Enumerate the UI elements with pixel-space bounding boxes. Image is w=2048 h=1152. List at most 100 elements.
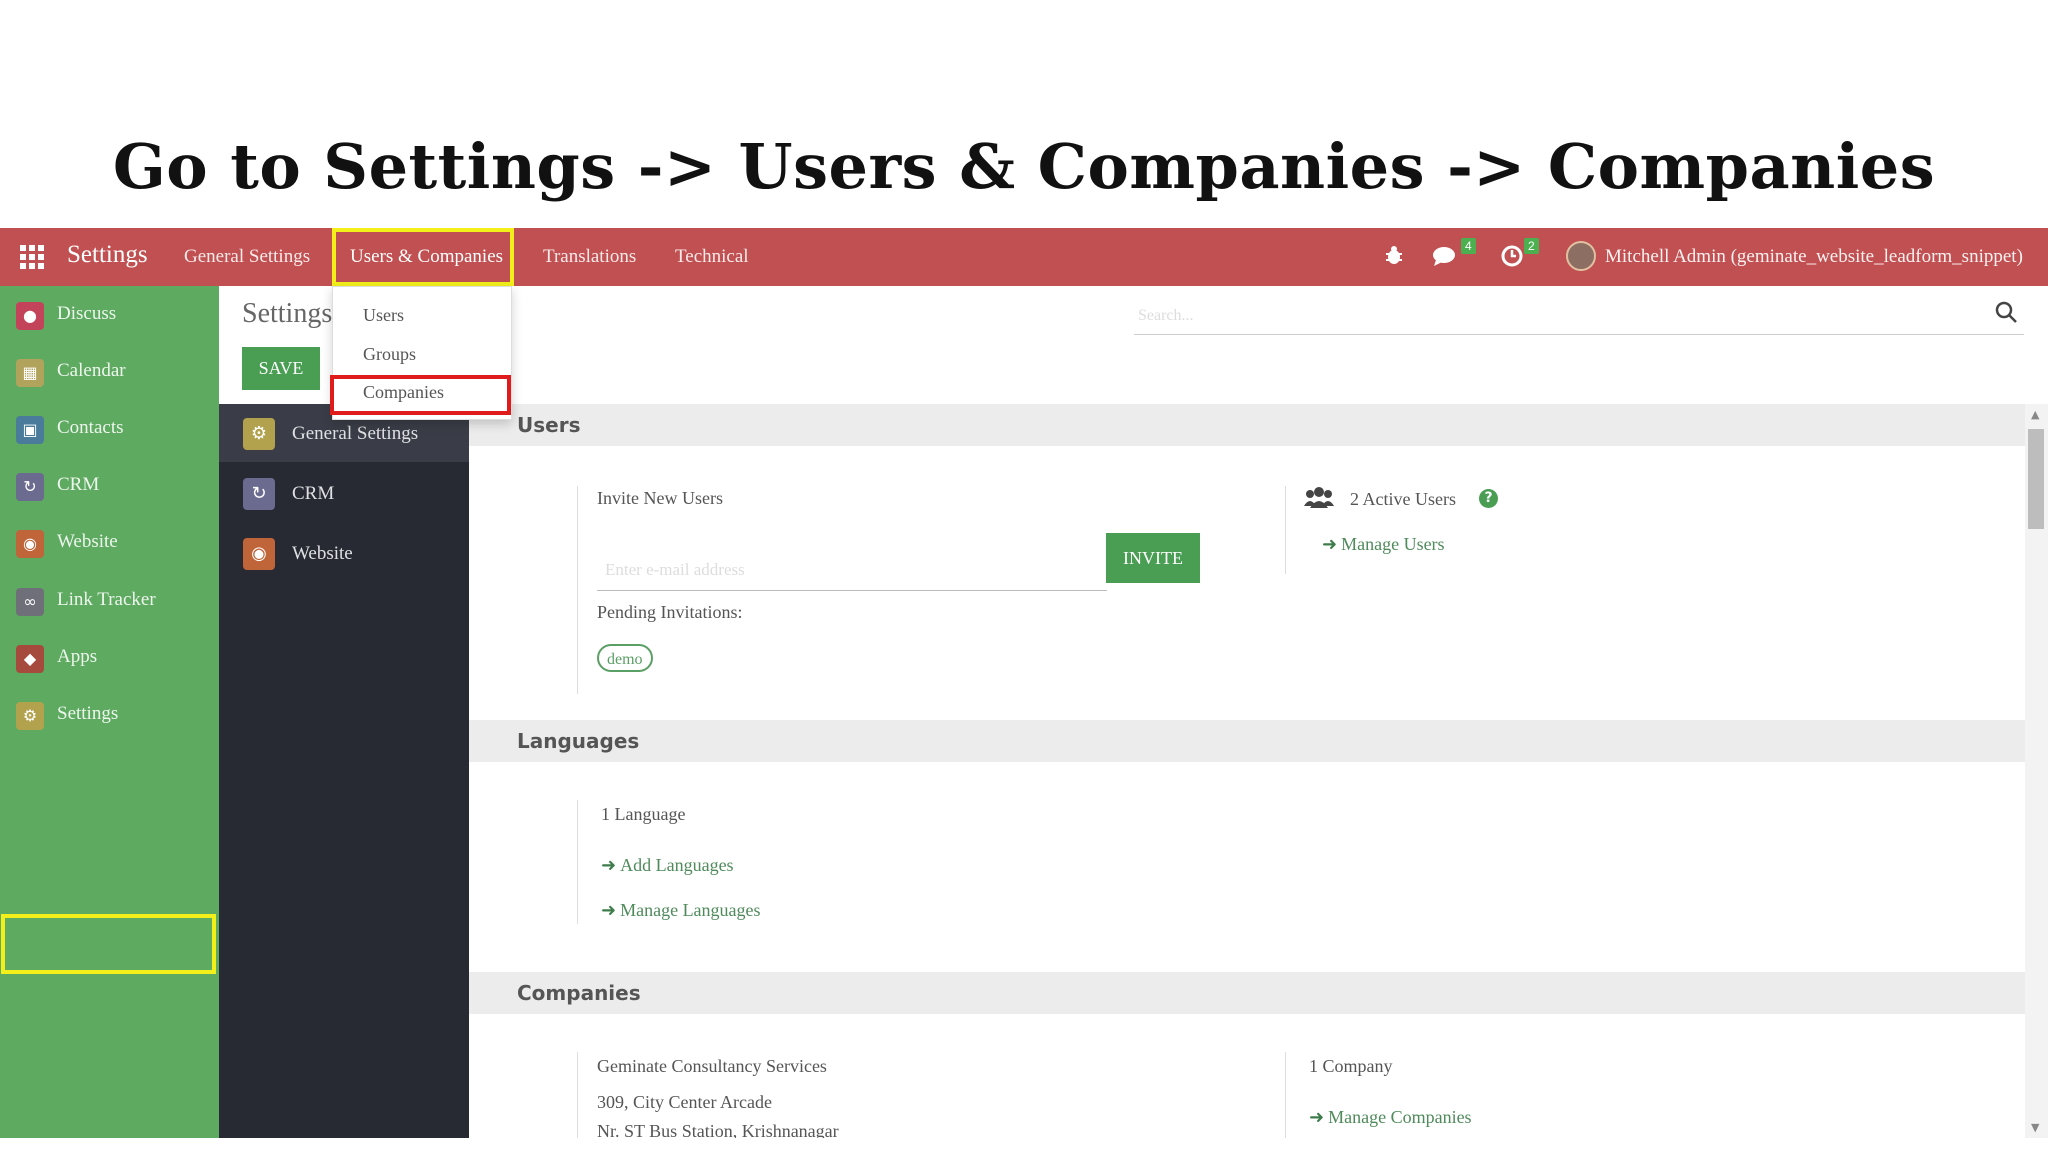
calendar-icon: ▦ (16, 359, 44, 387)
chat-icon[interactable] (1432, 244, 1460, 274)
link-tracker-icon: ∞ (16, 588, 44, 616)
sidebar-item-label: CRM (57, 474, 100, 495)
tutorial-heading: Go to Settings -> Users & Companies -> C… (112, 130, 1936, 203)
settings-sidebar: ⚙ General Settings ↻ CRM ◉ Website (219, 404, 469, 1138)
sidebar-item-label: Website (57, 531, 118, 552)
settings-nav-label: Website (292, 543, 353, 564)
sidebar-item-crm[interactable]: ↻ CRM (0, 457, 219, 514)
sidebar-item-settings[interactable]: ⚙ Settings (0, 686, 219, 743)
link-label: Manage Languages (620, 900, 761, 920)
highlight-users-companies (332, 228, 514, 286)
scroll-down-icon[interactable]: ▼ (2031, 1121, 2039, 1134)
crm-icon: ↻ (243, 478, 275, 510)
chat-badge: 4 (1461, 238, 1476, 254)
section-title: Languages (517, 729, 640, 753)
crm-icon: ↻ (16, 473, 44, 501)
sidebar-item-label: Calendar (57, 360, 126, 381)
manage-companies-link[interactable]: ➜ Manage Companies (1309, 1107, 1472, 1128)
email-placeholder: Enter e-mail address (605, 560, 745, 579)
company-count: 1 Company (1309, 1056, 1393, 1076)
top-navbar: Settings General Settings Users & Compan… (0, 228, 2048, 286)
section-companies-header: Companies (469, 972, 2025, 1014)
save-button[interactable]: SAVE (242, 347, 320, 390)
search-placeholder: Search... (1138, 307, 1194, 324)
link-label: Manage Companies (1328, 1107, 1472, 1127)
sidebar-item-discuss[interactable]: ● Discuss (0, 286, 219, 343)
pending-label: Pending Invitations: (597, 602, 743, 622)
divider (1285, 1052, 1286, 1138)
app-grid-icon[interactable] (20, 245, 44, 269)
user-menu[interactable]: Mitchell Admin (geminate_website_leadfor… (1605, 246, 2023, 268)
pending-invitation-tag[interactable]: demo (597, 644, 653, 672)
dropdown-item-users[interactable]: Users (363, 305, 404, 326)
highlight-companies (330, 375, 511, 415)
add-languages-link[interactable]: ➜ Add Languages (601, 855, 734, 876)
manage-users-link[interactable]: ➜ Manage Users (1322, 534, 1445, 555)
company-address-line1: 309, City Center Arcade (597, 1092, 772, 1112)
arrow-right-icon: ➜ (1309, 1107, 1325, 1128)
divider (1285, 486, 1286, 574)
users-icon (1304, 487, 1334, 508)
invite-button[interactable]: INVITE (1106, 533, 1200, 583)
apps-icon: ◆ (16, 645, 44, 673)
sidebar-item-link-tracker[interactable]: ∞ Link Tracker (0, 572, 219, 629)
breadcrumb: Settings (242, 298, 333, 329)
link-label: Manage Users (1341, 534, 1445, 554)
activity-icon[interactable] (1500, 244, 1524, 274)
divider (577, 1052, 578, 1138)
dropdown-item-groups[interactable]: Groups (363, 344, 416, 365)
section-title: Users (517, 413, 581, 437)
avatar[interactable] (1566, 241, 1596, 271)
scrollbar-thumb[interactable] (2028, 429, 2044, 529)
active-users-count: 2 Active Users (1350, 489, 1456, 509)
gear-icon: ⚙ (243, 418, 275, 450)
settings-nav-crm[interactable]: ↻ CRM (219, 464, 469, 522)
highlight-settings (1, 914, 216, 974)
arrow-right-icon: ➜ (1322, 534, 1338, 555)
settings-nav-label: General Settings (292, 423, 419, 444)
arrow-right-icon: ➜ (601, 855, 617, 876)
website-icon: ◉ (16, 530, 44, 558)
sidebar-item-label: Settings (57, 703, 119, 724)
sidebar-item-calendar[interactable]: ▦ Calendar (0, 343, 219, 400)
scrollbar[interactable]: ▲ ▼ (2025, 404, 2048, 1138)
menu-translations[interactable]: Translations (543, 246, 636, 268)
apps-sidebar: ● Discuss ▦ Calendar ▣ Contacts ↻ CRM ◉ … (0, 286, 219, 1138)
section-title: Companies (517, 981, 641, 1005)
discuss-icon: ● (16, 302, 44, 330)
search-icon[interactable] (1994, 300, 2020, 326)
company-name: Geminate Consultancy Services (597, 1056, 827, 1076)
app-brand[interactable]: Settings (67, 241, 148, 269)
sidebar-item-label: Link Tracker (57, 589, 156, 610)
sidebar-item-contacts[interactable]: ▣ Contacts (0, 400, 219, 457)
settings-nav-website[interactable]: ◉ Website (219, 524, 469, 582)
sidebar-item-label: Discuss (57, 303, 117, 324)
bug-icon[interactable] (1384, 244, 1404, 272)
activity-badge: 2 (1524, 238, 1539, 254)
help-icon[interactable]: ? (1479, 489, 1498, 508)
section-users-header: Users (469, 404, 2025, 446)
search-input[interactable]: Search... (1134, 300, 2024, 335)
email-field[interactable]: Enter e-mail address (597, 546, 1107, 591)
arrow-right-icon: ➜ (601, 900, 617, 921)
sidebar-item-apps[interactable]: ◆ Apps (0, 629, 219, 686)
scroll-up-icon[interactable]: ▲ (2031, 408, 2039, 421)
company-address-line2: Nr. ST Bus Station, Krishnanagar (597, 1121, 839, 1138)
sidebar-item-label: Contacts (57, 417, 124, 438)
section-languages-header: Languages (469, 720, 2025, 762)
sidebar-item-label: Apps (57, 646, 98, 667)
language-count: 1 Language (601, 804, 686, 824)
odoo-window: Settings General Settings Users & Compan… (0, 228, 2048, 1138)
sidebar-item-website[interactable]: ◉ Website (0, 514, 219, 571)
contacts-icon: ▣ (16, 416, 44, 444)
manage-languages-link[interactable]: ➜ Manage Languages (601, 900, 761, 921)
divider (577, 800, 578, 924)
menu-technical[interactable]: Technical (675, 246, 749, 268)
gear-icon: ⚙ (16, 702, 44, 730)
invite-label: Invite New Users (597, 488, 723, 508)
settings-content: Users Invite New Users Enter e-mail addr… (469, 404, 2025, 1138)
website-icon: ◉ (243, 538, 275, 570)
divider (577, 486, 578, 694)
menu-general-settings[interactable]: General Settings (184, 246, 310, 268)
link-label: Add Languages (620, 855, 734, 875)
